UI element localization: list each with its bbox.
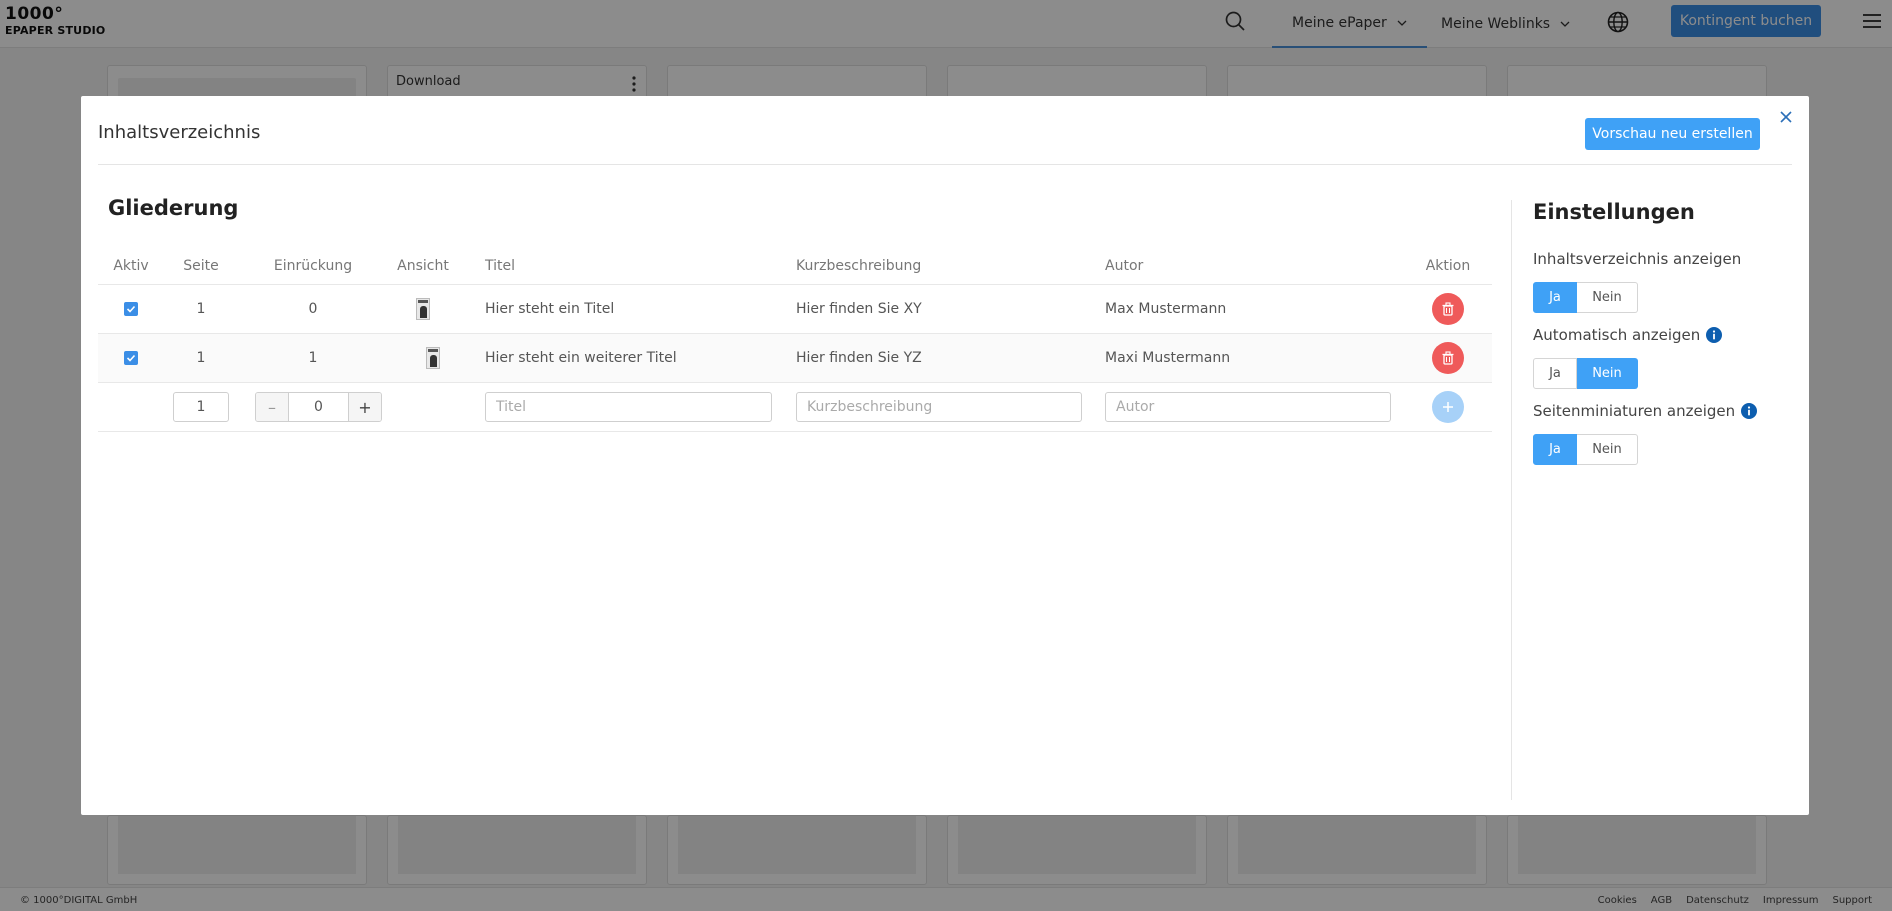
setting-toc-text: Inhaltsverzeichnis anzeigen (1533, 250, 1742, 268)
setting-auto-toggle: Ja Nein (1533, 358, 1638, 389)
setting-thumbs-label: Seitenminiaturen anzeigen (1533, 402, 1758, 420)
setting-toc-toggle: Ja Nein (1533, 282, 1638, 313)
close-icon[interactable] (1778, 109, 1794, 125)
row-author: Max Mustermann (1105, 301, 1227, 317)
new-entry-row: – + (98, 383, 1492, 432)
row-indent: 0 (308, 301, 318, 317)
indent-value-input[interactable] (289, 393, 348, 421)
plus-icon (1443, 402, 1453, 412)
vorschau-neu-erstellen-button[interactable]: Vorschau neu erstellen (1585, 118, 1760, 150)
setting-toc-label: Inhaltsverzeichnis anzeigen (1533, 250, 1741, 268)
delete-row-button[interactable] (1432, 342, 1464, 374)
col-einrueckung: Einrückung (273, 258, 353, 274)
indent-stepper: – + (255, 392, 382, 422)
new-description-input[interactable] (796, 392, 1082, 422)
trash-icon (1442, 351, 1454, 365)
toc-nein-button[interactable]: Nein (1577, 282, 1638, 313)
col-aktiv: Aktiv (113, 258, 149, 274)
check-icon (126, 354, 136, 362)
new-author-input[interactable] (1105, 392, 1391, 422)
row-title: Hier steht ein Titel (485, 301, 615, 317)
col-titel: Titel (485, 258, 516, 274)
indent-decrement-button[interactable]: – (256, 393, 289, 421)
row-page: 1 (196, 350, 206, 366)
active-checkbox[interactable] (124, 302, 138, 316)
col-autor: Autor (1105, 258, 1144, 274)
thumbs-nein-button[interactable]: Nein (1577, 434, 1638, 465)
setting-thumbs-toggle: Ja Nein (1533, 434, 1638, 465)
page-thumbnail (426, 347, 440, 369)
setting-thumbs-text: Seitenminiaturen anzeigen (1533, 402, 1736, 420)
settings-heading: Einstellungen (1533, 200, 1695, 224)
delete-row-button[interactable] (1432, 293, 1464, 325)
row-author: Maxi Mustermann (1105, 350, 1231, 366)
toc-ja-button[interactable]: Ja (1533, 282, 1577, 313)
check-icon (126, 305, 136, 313)
toc-modal: Inhaltsverzeichnis Vorschau neu erstelle… (81, 96, 1809, 815)
page-thumbnail (416, 298, 430, 320)
new-page-input[interactable] (173, 392, 229, 422)
table-row: 1 0 Hier steht ein Titel Hier finden Sie… (98, 285, 1492, 334)
auto-ja-button[interactable]: Ja (1533, 358, 1577, 389)
trash-icon (1442, 302, 1454, 316)
col-ansicht: Ansicht (397, 258, 449, 274)
modal-title: Inhaltsverzeichnis (98, 122, 261, 143)
outline-heading: Gliederung (108, 196, 239, 220)
setting-auto-text: Automatisch anzeigen (1533, 326, 1701, 344)
setting-auto-label: Automatisch anzeigen (1533, 326, 1723, 344)
info-icon[interactable] (1741, 403, 1758, 419)
table-row: 1 1 Hier steht ein weiterer Titel Hier f… (98, 334, 1492, 383)
add-row-button[interactable] (1432, 391, 1464, 423)
row-description: Hier finden Sie XY (796, 301, 922, 317)
row-title: Hier steht ein weiterer Titel (485, 350, 677, 366)
table-header: Aktiv Seite Einrückung Ansicht Titel Kur… (98, 248, 1492, 285)
thumbs-ja-button[interactable]: Ja (1533, 434, 1577, 465)
new-title-input[interactable] (485, 392, 772, 422)
col-aktion: Aktion (1425, 258, 1471, 274)
row-page: 1 (196, 301, 206, 317)
col-kurzbeschreibung: Kurzbeschreibung (796, 258, 922, 274)
info-icon[interactable] (1706, 327, 1723, 343)
auto-nein-button[interactable]: Nein (1577, 358, 1638, 389)
row-indent: 1 (308, 350, 318, 366)
col-seite: Seite (183, 258, 219, 274)
panel-divider (1511, 200, 1512, 800)
modal-divider (98, 164, 1792, 165)
active-checkbox[interactable] (124, 351, 138, 365)
row-description: Hier finden Sie YZ (796, 350, 922, 366)
indent-increment-button[interactable]: + (348, 393, 381, 421)
